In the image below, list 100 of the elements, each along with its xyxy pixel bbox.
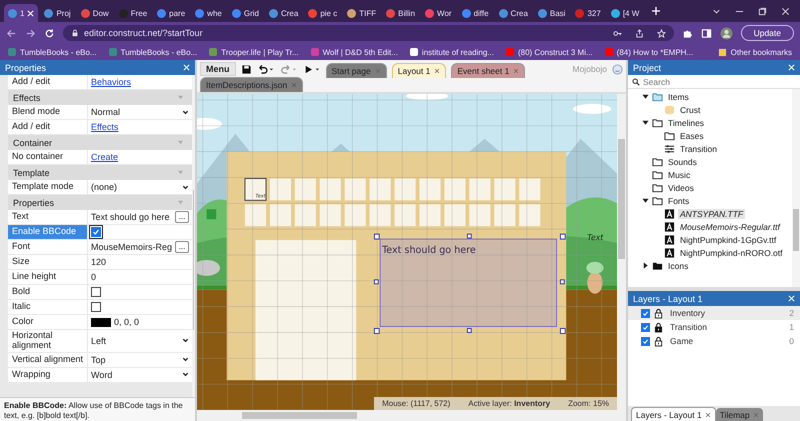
browser-tab[interactable]: Dow xyxy=(76,4,113,22)
property-label[interactable]: Bold xyxy=(8,285,88,299)
browser-tab[interactable]: Billin xyxy=(382,4,420,22)
sidebar-icon[interactable] xyxy=(700,28,712,38)
expand-triangle-icon[interactable] xyxy=(642,119,649,126)
browser-tab[interactable]: 327 xyxy=(571,4,605,22)
panel-tab[interactable]: Tilemap xyxy=(716,408,763,421)
browser-tab[interactable]: Crea xyxy=(264,4,302,22)
color-swatch[interactable] xyxy=(91,318,111,326)
scrollbar-thumb[interactable] xyxy=(242,412,357,419)
browser-tab[interactable]: Proj xyxy=(40,4,75,22)
bookmark-link[interactable]: Trooper.life | Play Tr... xyxy=(209,48,299,56)
undo-icon[interactable] xyxy=(256,64,274,74)
property-label[interactable]: Size xyxy=(8,255,88,269)
scrollbar-thumb[interactable] xyxy=(618,139,625,259)
document-tab[interactable]: Layout 1 xyxy=(392,63,446,78)
layer-row[interactable]: Game 0 xyxy=(628,334,800,348)
checkbox[interactable] xyxy=(91,302,101,312)
property-label[interactable]: Text xyxy=(8,210,88,224)
lock-icon[interactable] xyxy=(654,322,663,332)
section-header[interactable]: Template xyxy=(8,165,192,180)
browser-tab[interactable]: Wor xyxy=(421,4,456,22)
selection-frame[interactable] xyxy=(374,234,566,334)
property-label[interactable]: Wrapping xyxy=(8,368,88,382)
play-icon[interactable] xyxy=(302,64,320,74)
browser-tab[interactable]: TIFF xyxy=(343,4,380,22)
chevron-down-icon[interactable] xyxy=(182,337,190,344)
puzzle-icon[interactable] xyxy=(682,28,693,38)
tree-item[interactable]: Fonts xyxy=(666,196,692,206)
browser-tab[interactable]: whe xyxy=(191,4,226,22)
tree-item[interactable]: Timelines xyxy=(666,118,706,128)
property-label[interactable]: No container xyxy=(8,150,88,164)
property-link[interactable]: Create xyxy=(91,152,118,162)
tree-item[interactable]: NightPumpkind-nRORO.otf xyxy=(678,248,785,258)
new-tab-icon[interactable] xyxy=(651,6,662,16)
text-object[interactable]: Text xyxy=(587,232,604,242)
property-label[interactable]: Enable BBCode xyxy=(8,225,88,239)
tree-item[interactable]: Items xyxy=(666,92,691,102)
checkbox[interactable] xyxy=(91,287,101,297)
share-icon[interactable] xyxy=(634,28,644,38)
browse-button[interactable]: ... xyxy=(175,211,190,223)
tree-item[interactable]: NightPumpkind-1GpGv.ttf xyxy=(678,234,778,244)
redo-icon[interactable] xyxy=(280,64,298,74)
property-link[interactable]: Effects xyxy=(91,122,118,132)
panel-tab[interactable]: Layers - Layout 1 xyxy=(631,407,716,421)
property-label[interactable]: Template mode xyxy=(8,180,88,194)
bookmark-link[interactable]: TumbleBooks - eBo... xyxy=(108,48,198,56)
tree-item[interactable]: Videos xyxy=(666,182,696,192)
document-tab[interactable]: Event sheet 1 xyxy=(451,63,526,78)
bookmark-link[interactable]: Other bookmarks xyxy=(718,48,792,56)
browse-button[interactable]: ... xyxy=(175,241,190,253)
browser-tab[interactable]: pie c xyxy=(304,4,342,22)
tree-item[interactable]: ANTSYPAN.TTF xyxy=(678,208,746,218)
browser-tab[interactable]: pare xyxy=(153,4,190,22)
property-label[interactable]: Horizontal alignment xyxy=(8,330,88,352)
property-label[interactable]: Font xyxy=(8,240,88,254)
menu-button[interactable]: Menu xyxy=(200,62,236,76)
section-header[interactable]: Container xyxy=(8,135,192,150)
browser-tab[interactable]: Basi xyxy=(534,4,570,22)
document-tab[interactable]: ItemDescriptions.json xyxy=(200,77,304,92)
property-label[interactable]: Blend mode xyxy=(8,105,88,119)
save-icon[interactable] xyxy=(240,64,252,74)
key-icon[interactable] xyxy=(612,28,622,38)
unlocked-lock-icon[interactable] xyxy=(654,308,663,318)
update-button[interactable]: Update xyxy=(740,25,794,41)
property-label[interactable]: Add / edit xyxy=(8,75,88,89)
browser-tab[interactable]: 1 xyxy=(4,4,38,22)
checkbox[interactable] xyxy=(641,322,650,332)
tree-item[interactable]: Music xyxy=(666,170,692,180)
browser-tab[interactable]: Free xyxy=(114,4,152,22)
checkbox[interactable] xyxy=(641,336,650,346)
chevron-down-icon[interactable] xyxy=(182,108,190,116)
checkbox[interactable] xyxy=(641,308,650,318)
bookmark-link[interactable]: Wolf | D&D 5th Edit... xyxy=(310,48,398,56)
section-header[interactable]: Effects xyxy=(8,90,192,105)
back-arrow-icon[interactable] xyxy=(6,28,17,38)
browser-tab[interactable]: diffe xyxy=(458,4,493,22)
reload-icon[interactable] xyxy=(44,28,55,38)
section-header[interactable]: Properties xyxy=(8,195,192,210)
scrollbar-thumb[interactable] xyxy=(793,209,799,251)
expand-triangle-icon[interactable] xyxy=(642,262,649,269)
tree-item[interactable]: Icons xyxy=(666,260,690,270)
browser-tab[interactable]: Grid xyxy=(228,4,263,22)
property-label[interactable]: Add / edit xyxy=(8,120,88,134)
tree-item[interactable]: Eases xyxy=(678,130,706,140)
expand-triangle-icon[interactable] xyxy=(642,93,649,100)
layer-row[interactable]: Transition 1 xyxy=(628,320,800,334)
browser-tab[interactable]: [4 W xyxy=(606,4,644,22)
address-bar[interactable]: editor.construct.net/?startTour xyxy=(63,25,674,41)
scrollbar-thumb[interactable] xyxy=(193,190,194,330)
bookmark-link[interactable]: TumbleBooks - eBo... xyxy=(8,48,97,56)
layer-row[interactable]: Inventory 2 xyxy=(628,306,800,320)
property-label[interactable]: Italic xyxy=(8,300,88,314)
text-object[interactable]: Text should go here xyxy=(382,244,476,256)
expand-triangle-icon[interactable] xyxy=(642,197,649,204)
close-icon[interactable] xyxy=(434,68,440,74)
bookmark-link[interactable]: (80) Construct 3 Mi... xyxy=(506,48,593,56)
unlocked-lock-icon[interactable] xyxy=(654,336,663,346)
forward-arrow-icon[interactable] xyxy=(25,28,36,38)
bookmark-link[interactable]: institute of reading... xyxy=(410,48,494,56)
